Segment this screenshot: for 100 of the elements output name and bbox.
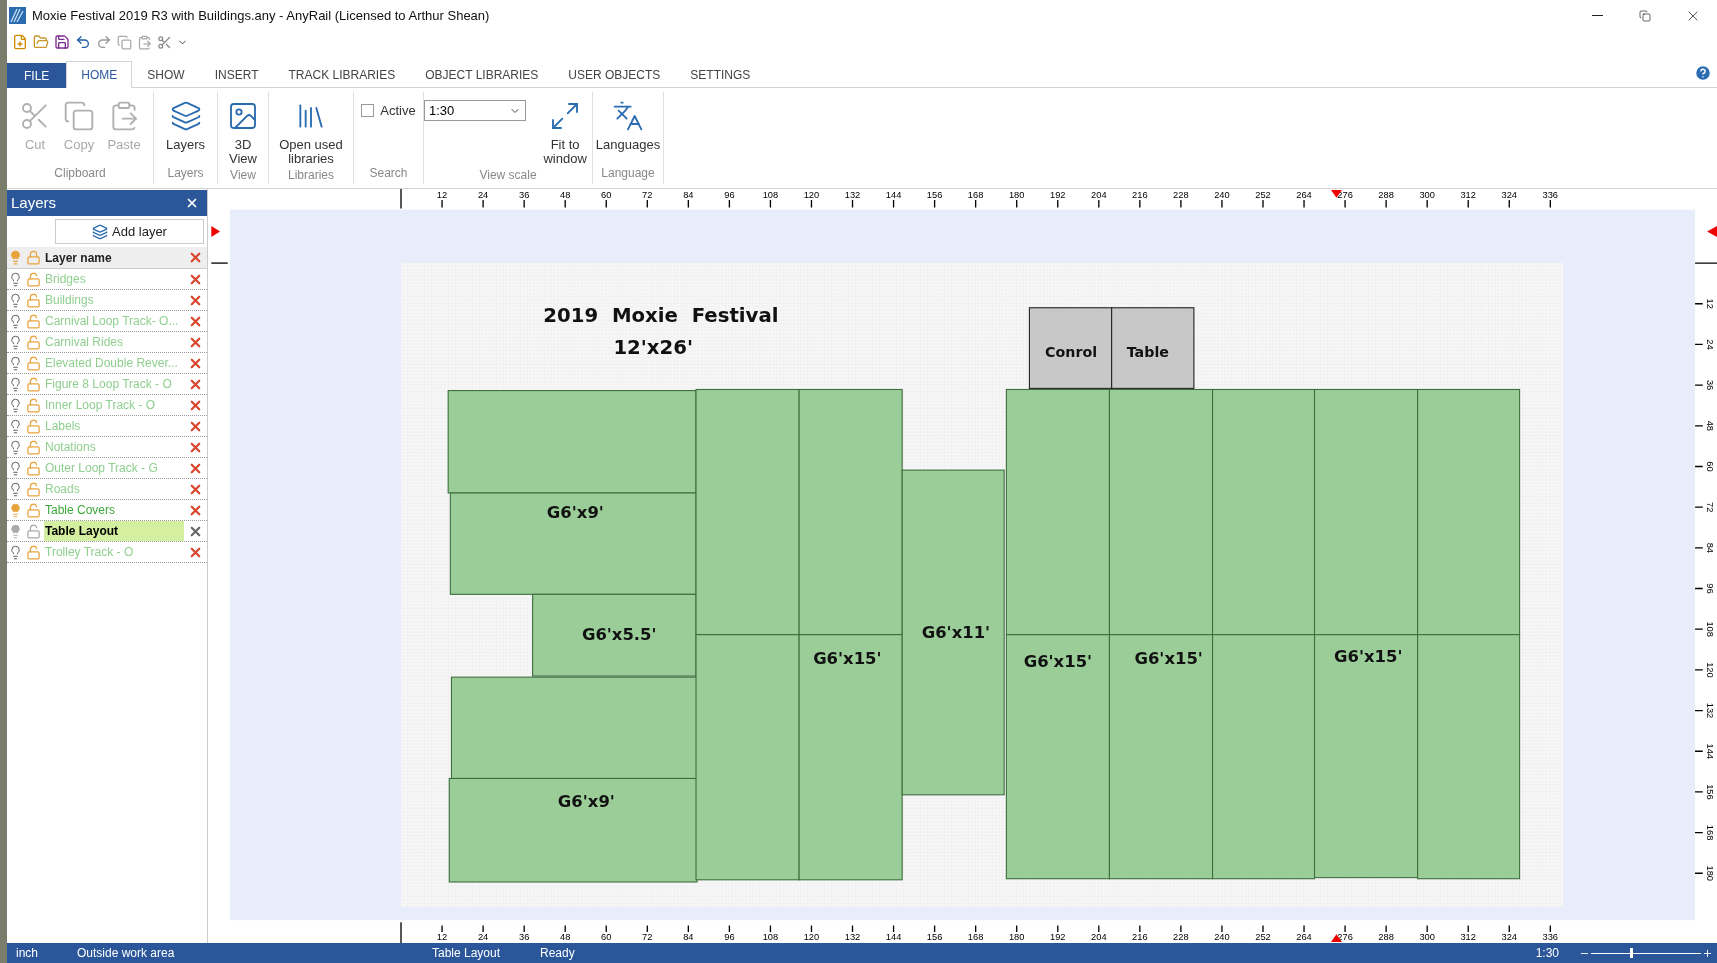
group-label: Search (368, 165, 409, 182)
window-arrow-button[interactable]: Fit to window (538, 92, 592, 166)
ruler-label: 108 (1705, 621, 1716, 637)
new-file-icon[interactable] (12, 34, 28, 50)
zoom-slider[interactable] (1591, 946, 1701, 960)
undo-icon[interactable] (75, 34, 91, 50)
bulb-icon[interactable] (8, 439, 23, 455)
lock-icon[interactable] (26, 523, 41, 539)
ribbon-tab[interactable]: USER OBJECTS (553, 61, 676, 88)
checkbox[interactable] (361, 104, 375, 118)
window-title: Moxie Festival 2019 R3 with Buildings.any - AnyRail (Licensed to Arthur Shean) (32, 6, 490, 25)
ruler-label: 108 (762, 931, 779, 942)
help-icon[interactable] (1694, 64, 1712, 82)
status-state: Ready (539, 945, 576, 962)
ribbon-tab[interactable]: TRACK LIBRARIES (273, 61, 411, 88)
add-layer-button[interactable]: Add layer (55, 219, 204, 244)
redo-icon[interactable] (96, 34, 112, 50)
lock-icon[interactable] (26, 271, 41, 287)
bulb-icon[interactable] (8, 334, 23, 350)
open-folder-icon[interactable] (33, 34, 49, 50)
lock-icon[interactable] (26, 355, 41, 371)
ruler-label: 12 (436, 189, 448, 200)
bulb-icon[interactable] (8, 502, 23, 518)
bulb-icon[interactable] (8, 523, 23, 539)
bulb-icon[interactable] (8, 460, 23, 476)
file-tab[interactable]: FILE (7, 63, 67, 88)
ruler-label: 12 (436, 931, 448, 942)
lock-icon[interactable] (26, 397, 41, 413)
ribbon-tab[interactable]: SHOW (132, 61, 200, 88)
ruler-label: 180 (1008, 189, 1025, 200)
lock-icon[interactable] (26, 292, 41, 308)
lock-icon[interactable] (26, 481, 41, 497)
ruler-label: 24 (477, 931, 489, 942)
ruler-label: 156 (926, 931, 943, 942)
ruler-label: 96 (724, 931, 735, 942)
zoom-in-icon[interactable] (1702, 947, 1713, 959)
bulb-icon[interactable] (8, 544, 23, 560)
ruler-label: 276 (1337, 189, 1353, 200)
translate-button[interactable]: Languages (596, 92, 660, 152)
bulb-icon[interactable] (8, 313, 23, 329)
lock-icon[interactable] (26, 544, 41, 560)
ruler-label: 216 (1132, 189, 1148, 200)
ruler-label: 24 (477, 189, 489, 200)
ruler-label: 156 (926, 189, 943, 200)
bulb-icon[interactable] (8, 397, 23, 413)
layout-title: 12'x26' (613, 335, 694, 359)
layer-name: Inner Loop Track - O (44, 397, 157, 414)
ruler-label: 120 (803, 189, 820, 200)
lock-icon[interactable] (26, 313, 41, 329)
zoom-thumb[interactable] (1629, 948, 1633, 958)
lock-icon[interactable] (26, 460, 41, 476)
lock-icon (26, 250, 41, 265)
bulb-icon[interactable] (8, 376, 23, 392)
paste-icon[interactable] (137, 34, 152, 50)
ribbon-tab[interactable]: INSERT (199, 61, 274, 88)
copy-icon[interactable] (117, 34, 132, 50)
lock-icon[interactable] (26, 418, 41, 434)
ruler-label: 132 (844, 189, 861, 200)
ribbon-tab[interactable]: HOME (66, 61, 133, 88)
close-icon[interactable] (185, 196, 199, 210)
ribbon-tab[interactable]: SETTINGS (675, 61, 766, 88)
layer-name: Carnival Rides (44, 334, 125, 351)
table-label: G6'x15' (1134, 649, 1203, 669)
group-label: Layers (166, 165, 205, 182)
layer-name: Buildings (44, 292, 95, 309)
bulb-icon[interactable] (8, 355, 23, 371)
scissors-icon[interactable] (157, 34, 172, 50)
bulb-icon[interactable] (8, 271, 23, 287)
ruler-label: 84 (683, 189, 694, 200)
ruler-label: 240 (1214, 931, 1230, 942)
ruler-label: 192 (1050, 931, 1066, 942)
minimize-icon (1591, 15, 1603, 16)
bulb-icon[interactable] (8, 481, 23, 497)
ruler-label: 156 (1705, 784, 1716, 800)
stacked-sheets-button[interactable]: Open used libraries (278, 92, 344, 166)
table-label: G6'x9' (546, 503, 604, 523)
picture-button[interactable]: 3D View (223, 92, 263, 166)
bulb-icon[interactable] (8, 292, 23, 308)
lock-icon[interactable] (26, 376, 41, 392)
layer-row[interactable]: Table Layout (7, 521, 207, 542)
active-checkbox[interactable]: Active (357, 101, 420, 121)
bulb-icon[interactable] (8, 418, 23, 434)
marker-icon (211, 226, 221, 237)
table-label: G6'x9' (557, 791, 615, 811)
table-label: G6'x15' (1023, 652, 1093, 672)
marker-icon (1707, 226, 1717, 237)
picture-icon (227, 100, 259, 132)
ruler-label: 180 (1008, 931, 1025, 942)
lock-icon[interactable] (26, 502, 41, 518)
ribbon-tab[interactable]: OBJECT LIBRARIES (410, 61, 554, 88)
status-position: Outside work area (76, 945, 176, 962)
lock-icon[interactable] (26, 334, 41, 350)
lock-icon[interactable] (26, 439, 41, 455)
layers-button[interactable]: Layers (160, 92, 211, 152)
save-icon[interactable] (54, 34, 70, 50)
scale-dropdown[interactable]: 1:30 (424, 100, 527, 121)
ruler-label: 48 (560, 931, 571, 942)
ruler-label: 36 (518, 189, 530, 200)
translate-icon (612, 100, 644, 132)
ruler-label: 180 (1705, 865, 1716, 881)
